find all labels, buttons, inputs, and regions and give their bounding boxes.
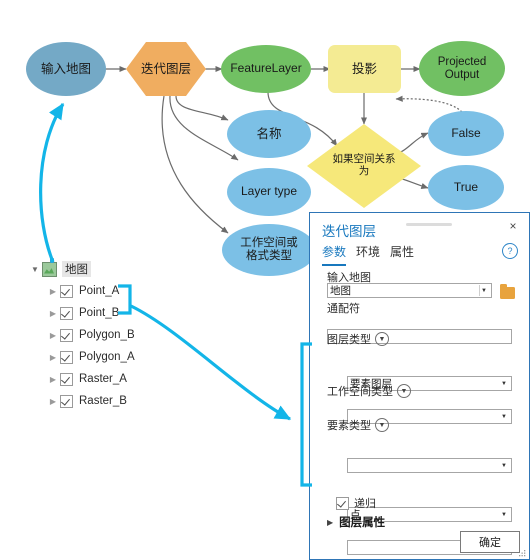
expand-arrow-icon[interactable]: ▶ [46, 331, 60, 340]
node-label: 迭代图层 [140, 62, 191, 76]
node-label: 输入地图 [40, 62, 91, 76]
node-label: False [451, 125, 481, 140]
tree-item-point-b[interactable]: ▶ Point_B [46, 302, 216, 324]
tree-item-label: Polygon_B [79, 329, 135, 341]
layer-properties-expander[interactable]: ▶ 图层属性 [327, 514, 385, 530]
node-workspace-or-format-type[interactable]: 工作空间或 格式类型 [222, 224, 316, 276]
node-project[interactable]: 投影 [328, 45, 401, 93]
screenshot-root: 输入地图 迭代图层 FeatureLayer 投影 Projected Outp… [0, 0, 530, 560]
tab-environments[interactable]: 环境 [356, 243, 380, 266]
chevron-down-icon[interactable]: ▼ [499, 508, 509, 521]
dialog-drag-handle[interactable] [406, 223, 452, 226]
input-map-combobox[interactable]: 地图 ▼ [327, 283, 492, 298]
tree-item-label: Polygon_A [79, 351, 135, 363]
layer-visibility-checkbox[interactable] [60, 284, 73, 298]
tab-parameters[interactable]: 参数 [322, 243, 347, 266]
node-label: 投影 [351, 62, 377, 76]
node-label: FeatureLayer [230, 61, 302, 76]
node-label-line1: 工作空间或 [240, 237, 298, 250]
tree-item-label: Raster_B [79, 395, 127, 407]
feature-type-label: 要素类型 ▼ [327, 417, 389, 433]
ok-button[interactable]: 确定 [460, 531, 520, 553]
layer-visibility-checkbox[interactable] [60, 372, 73, 386]
expand-arrow-icon[interactable]: ▶ [46, 287, 60, 296]
node-label: 名称 [256, 127, 282, 141]
recursive-checkbox-row[interactable]: 递归 [336, 495, 376, 511]
recursive-label: 递归 [354, 498, 376, 510]
tree-item-label: Point_A [79, 285, 120, 297]
node-true[interactable]: True [428, 165, 504, 210]
node-label: Layer type [240, 184, 298, 199]
workspace-type-combobox[interactable]: ▼ [347, 458, 512, 473]
node-layer-type[interactable]: Layer type [227, 168, 311, 216]
tree-item-polygon-b[interactable]: ▶ Polygon_B [46, 324, 216, 346]
divider [479, 285, 480, 296]
tab-properties[interactable]: 属性 [390, 243, 414, 266]
workspace-type-label-text: 工作空间类型 [327, 386, 393, 398]
chevron-down-circle-icon[interactable]: ▼ [375, 418, 389, 432]
chevron-down-circle-icon[interactable]: ▼ [397, 384, 411, 398]
expand-collapse-arrow-icon[interactable]: ▼ [28, 265, 42, 274]
dialog-tabs: 参数 环境 属性 [322, 243, 414, 266]
tree-item-point-a[interactable]: ▶ Point_A [46, 280, 216, 302]
node-feature-layer[interactable]: FeatureLayer [221, 45, 311, 93]
tree-item-raster-a[interactable]: ▶ Raster_A [46, 368, 216, 390]
node-input-map[interactable]: 输入地图 [26, 42, 106, 96]
node-name[interactable]: 名称 [227, 110, 311, 158]
node-label-line2: 格式类型 [246, 250, 292, 262]
chevron-down-icon[interactable]: ▼ [499, 377, 509, 390]
node-label-line1: Projected [437, 55, 487, 68]
iterate-layers-dialog: 迭代图层 × 参数 环境 属性 ? 输入地图 地图 ▼ 通配符 图层类型 ▼ 要… [309, 212, 530, 560]
layer-visibility-checkbox[interactable] [60, 328, 73, 342]
contents-tree: ▼ 地图 ▶ Point_A ▶ Point_B ▶ Polygon_B ▶ P… [31, 257, 216, 412]
tree-item-label: Raster_A [79, 373, 127, 385]
close-icon[interactable]: × [506, 219, 520, 233]
input-map-value: 地图 [330, 285, 351, 297]
tree-item-raster-b[interactable]: ▶ Raster_B [46, 390, 216, 412]
expand-arrow-icon[interactable]: ▶ [46, 375, 60, 384]
folder-icon[interactable] [500, 284, 515, 299]
tree-item-polygon-a[interactable]: ▶ Polygon_A [46, 346, 216, 368]
chevron-down-icon[interactable]: ▼ [479, 284, 489, 297]
node-label-line2: 为 [358, 165, 370, 177]
layer-visibility-checkbox[interactable] [60, 306, 73, 320]
chevron-down-icon[interactable]: ▼ [499, 459, 509, 472]
dialog-title: 迭代图层 [322, 224, 376, 239]
workspace-type-label: 工作空间类型 ▼ [327, 383, 411, 399]
chevron-down-icon[interactable]: ▼ [499, 410, 509, 423]
node-label: True [453, 179, 479, 194]
feature-type-label-text: 要素类型 [327, 420, 371, 432]
map-icon [42, 257, 57, 277]
expand-arrow-icon[interactable]: ▶ [46, 309, 60, 318]
layer-visibility-checkbox[interactable] [60, 394, 73, 408]
node-projected-output[interactable]: Projected Output [419, 41, 505, 96]
recursive-checkbox[interactable] [336, 496, 349, 510]
dialog-form: 输入地图 地图 ▼ 通配符 图层类型 ▼ 要素图层 ▼ ▼ 工作空间类型 ▼ ▼… [310, 269, 529, 555]
layer-type-label-text: 图层类型 [327, 334, 371, 346]
chevron-down-circle-icon[interactable]: ▼ [375, 332, 389, 346]
resize-grip-icon[interactable] [519, 550, 526, 557]
tree-root-map[interactable]: ▼ 地图 [28, 257, 216, 280]
node-label-line2: Output [444, 68, 480, 81]
node-false[interactable]: False [428, 111, 504, 156]
chevron-right-icon[interactable]: ▶ [327, 518, 333, 527]
layer-visibility-checkbox[interactable] [60, 350, 73, 364]
layer-type-label: 图层类型 ▼ [327, 331, 389, 347]
expand-arrow-icon[interactable]: ▶ [46, 353, 60, 362]
layer-properties-label: 图层属性 [339, 517, 386, 529]
tree-item-label: Point_B [79, 307, 120, 319]
tree-root-label: 地图 [62, 261, 91, 277]
expand-arrow-icon[interactable]: ▶ [46, 397, 60, 406]
help-icon[interactable]: ? [502, 243, 518, 259]
wildcard-label: 通配符 [327, 303, 360, 315]
